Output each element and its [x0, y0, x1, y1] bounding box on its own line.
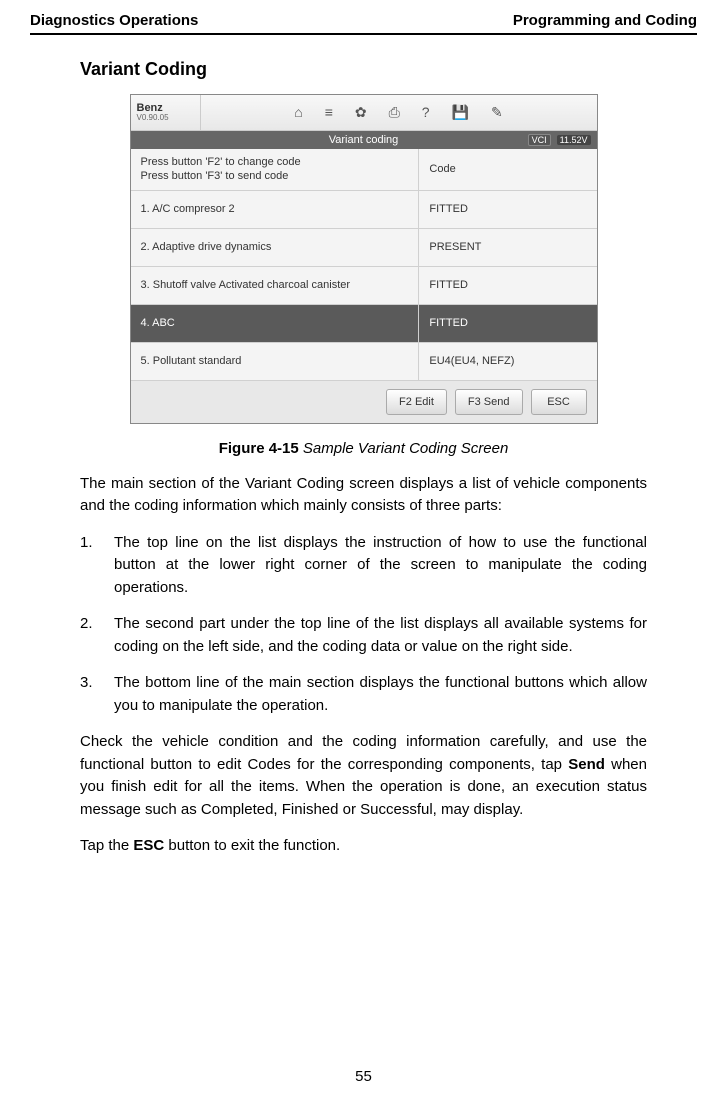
check-paragraph: Check the vehicle condition and the codi…: [80, 731, 647, 821]
list-text: The top line on the list displays the in…: [114, 532, 647, 600]
save-icon[interactable]: 💾: [452, 104, 469, 121]
header-right: Programming and Coding: [513, 12, 697, 29]
help-icon[interactable]: ?: [422, 104, 430, 121]
row-value: FITTED: [419, 305, 596, 342]
header-left: Diagnostics Operations: [30, 12, 198, 29]
title-bar: Variant coding VCI 11.52V: [131, 131, 597, 149]
esc-bold: ESC: [133, 837, 164, 854]
check-pre: Check the vehicle condition and the codi…: [80, 733, 647, 773]
row-value: EU4(EU4, NEFZ): [419, 343, 596, 380]
home-icon[interactable]: ⌂: [294, 104, 302, 121]
row-value: PRESENT: [419, 229, 596, 266]
instruction-line2: Press button 'F3' to send code: [141, 169, 301, 183]
screenshot-panel: Benz V0.90.05 ⌂ ≡ ✿ ⎙ ? 💾 ✎ Variant codi…: [130, 94, 598, 424]
table-row[interactable]: 1. A/C compresor 2 FITTED: [131, 191, 597, 229]
f3-send-button[interactable]: F3 Send: [455, 389, 523, 415]
instruction-row: Press button 'F2' to change code Press b…: [131, 149, 597, 191]
send-bold: Send: [568, 756, 605, 773]
intro-paragraph: The main section of the Variant Coding s…: [80, 473, 647, 518]
screenshot-footer: F2 Edit F3 Send ESC: [131, 381, 597, 423]
esc-pre: Tap the: [80, 837, 133, 854]
figure-label: Figure 4-15: [219, 440, 299, 457]
table-row[interactable]: 2. Adaptive drive dynamics PRESENT: [131, 229, 597, 267]
figure-caption: Figure 4-15 Sample Variant Coding Screen: [30, 440, 697, 457]
edit-icon[interactable]: ✎: [491, 104, 503, 121]
header-rule: [30, 33, 697, 35]
f2-edit-button[interactable]: F2 Edit: [386, 389, 447, 415]
list-number: 3.: [80, 672, 114, 717]
row-label: 5. Pollutant standard: [131, 343, 420, 380]
row-value: FITTED: [419, 191, 596, 228]
instruction-line1: Press button 'F2' to change code: [141, 155, 301, 169]
top-icon-row: ⌂ ≡ ✿ ⎙ ? 💾 ✎: [201, 104, 597, 121]
list-text: The bottom line of the main section disp…: [114, 672, 647, 717]
esc-post: button to exit the function.: [164, 837, 340, 854]
table-row-selected[interactable]: 4. ABC FITTED: [131, 305, 597, 343]
row-label: 1. A/C compresor 2: [131, 191, 420, 228]
voltage-indicator: 11.52V: [557, 135, 591, 145]
list-item: 1. The top line on the list displays the…: [80, 532, 647, 600]
list-item: 2. The second part under the top line of…: [80, 613, 647, 658]
brand-version: V0.90.05: [137, 114, 194, 123]
row-label: 3. Shutoff valve Activated charcoal cani…: [131, 267, 420, 304]
table-row[interactable]: 5. Pollutant standard EU4(EU4, NEFZ): [131, 343, 597, 381]
menu-icon[interactable]: ≡: [325, 104, 333, 121]
figure-title: Sample Variant Coding Screen: [299, 440, 509, 457]
print-icon[interactable]: ⎙: [389, 104, 400, 121]
instruction-right: Code: [419, 149, 596, 190]
section-title: Variant Coding: [80, 59, 697, 80]
row-label: 4. ABC: [131, 305, 420, 342]
list-text: The second part under the top line of th…: [114, 613, 647, 658]
row-label: 2. Adaptive drive dynamics: [131, 229, 420, 266]
brand-block: Benz V0.90.05: [131, 95, 201, 130]
vci-indicator: VCI: [528, 134, 551, 146]
row-value: FITTED: [419, 267, 596, 304]
esc-button[interactable]: ESC: [531, 389, 587, 415]
table-row[interactable]: 3. Shutoff valve Activated charcoal cani…: [131, 267, 597, 305]
esc-paragraph: Tap the ESC button to exit the function.: [80, 835, 647, 858]
title-bar-label: Variant coding: [329, 134, 399, 146]
list-number: 1.: [80, 532, 114, 600]
screenshot-topbar: Benz V0.90.05 ⌂ ≡ ✿ ⎙ ? 💾 ✎: [131, 95, 597, 131]
list-item: 3. The bottom line of the main section d…: [80, 672, 647, 717]
list-number: 2.: [80, 613, 114, 658]
page-number: 55: [0, 1068, 727, 1085]
gear-icon[interactable]: ✿: [355, 104, 367, 121]
